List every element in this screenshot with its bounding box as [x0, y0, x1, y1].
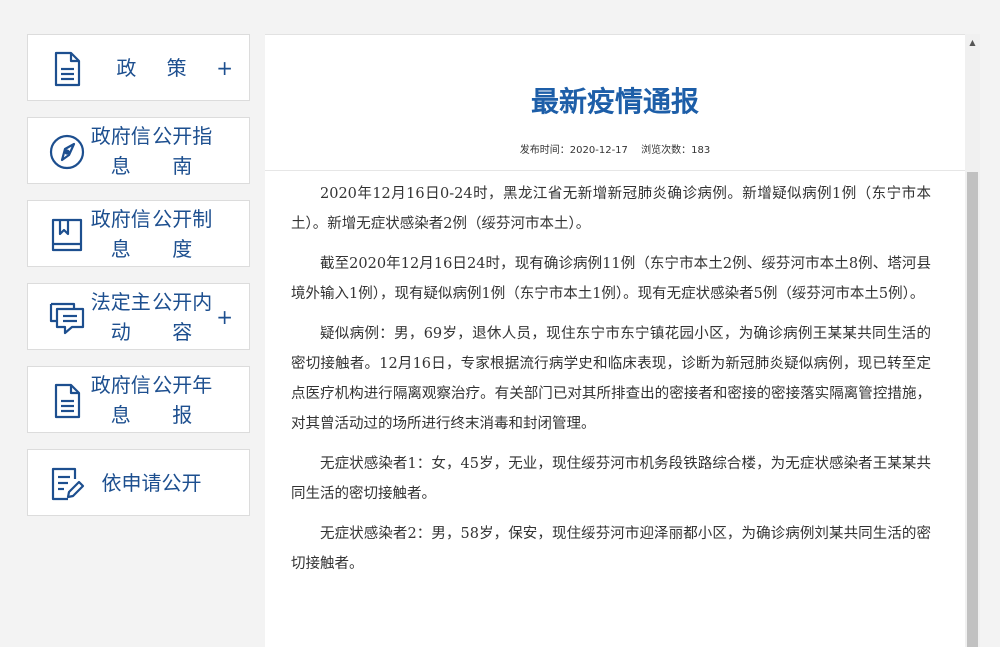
scroll-up-arrow-icon[interactable]: ▲	[965, 34, 980, 52]
sidebar-item-annual-report[interactable]: 政府信息 公开年报	[27, 366, 250, 433]
page-title: 最新疫情通报	[530, 85, 699, 118]
chat-icon	[48, 299, 86, 337]
article-header: 最新疫情通报 发布时间：2020-12-17 浏览次数：183	[265, 34, 965, 171]
expand-plus-icon[interactable]: +	[216, 56, 233, 80]
expand-plus-icon[interactable]: +	[216, 305, 233, 329]
sidebar-item-label: 依申请 公开	[101, 470, 202, 495]
sidebar: 政 策 + 政府信息 公开指南 政府信息 公开制度 法定主动 公开内容 + 政府…	[27, 34, 250, 532]
sidebar-item-statutory[interactable]: 法定主动 公开内容 +	[27, 283, 250, 350]
edit-form-icon	[48, 465, 86, 503]
document-icon	[48, 382, 86, 420]
document-icon	[48, 50, 86, 88]
article-paragraph: 2020年12月16日0-24时，黑龙江省无新增新冠肺炎确诊病例。新增疑似病例1…	[291, 186, 931, 232]
article-paragraph: 截至2020年12月16日24时，现有确诊病例11例（东宁市本土2例、绥芬河市本…	[291, 256, 931, 302]
article-paragraph: 无症状感染者1：女，45岁，无业，现住绥芬河市机务段铁路综合楼，为无症状感染者王…	[291, 456, 931, 502]
scroll-thumb[interactable]	[967, 172, 978, 647]
sidebar-item-policy[interactable]: 政 策 +	[27, 34, 250, 101]
sidebar-item-label: 政 策	[116, 55, 199, 80]
view-count: 浏览次数：183	[641, 145, 711, 156]
sidebar-item-label: 政府信息 公开年报	[90, 372, 213, 427]
article-panel: 最新疫情通报 发布时间：2020-12-17 浏览次数：183 2020年12月…	[265, 34, 965, 647]
sidebar-item-label: 法定主动 公开内容	[90, 289, 213, 344]
vertical-scrollbar[interactable]: ▲	[965, 34, 980, 647]
sidebar-item-label: 政府信息 公开制度	[90, 206, 213, 261]
compass-icon	[48, 133, 86, 171]
publish-date: 发布时间：2020-12-17	[519, 145, 628, 156]
sidebar-item-system[interactable]: 政府信息 公开制度	[27, 200, 250, 267]
article-paragraph: 疑似病例：男，69岁，退休人员，现住东宁市东宁镇花园小区，为确诊病例王某某共同生…	[291, 326, 931, 432]
sidebar-item-apply[interactable]: 依申请 公开	[27, 449, 250, 516]
article-meta: 发布时间：2020-12-17 浏览次数：183	[265, 141, 965, 156]
article-body: 2020年12月16日0-24时，黑龙江省无新增新冠肺炎确诊病例。新增疑似病例1…	[265, 171, 965, 579]
sidebar-item-guide[interactable]: 政府信息 公开指南	[27, 117, 250, 184]
article-paragraph: 无症状感染者2：男，58岁，保安，现住绥芬河市迎泽丽都小区，为确诊病例刘某共同生…	[291, 526, 931, 572]
book-icon	[48, 216, 86, 254]
sidebar-item-label: 政府信息 公开指南	[90, 123, 213, 178]
